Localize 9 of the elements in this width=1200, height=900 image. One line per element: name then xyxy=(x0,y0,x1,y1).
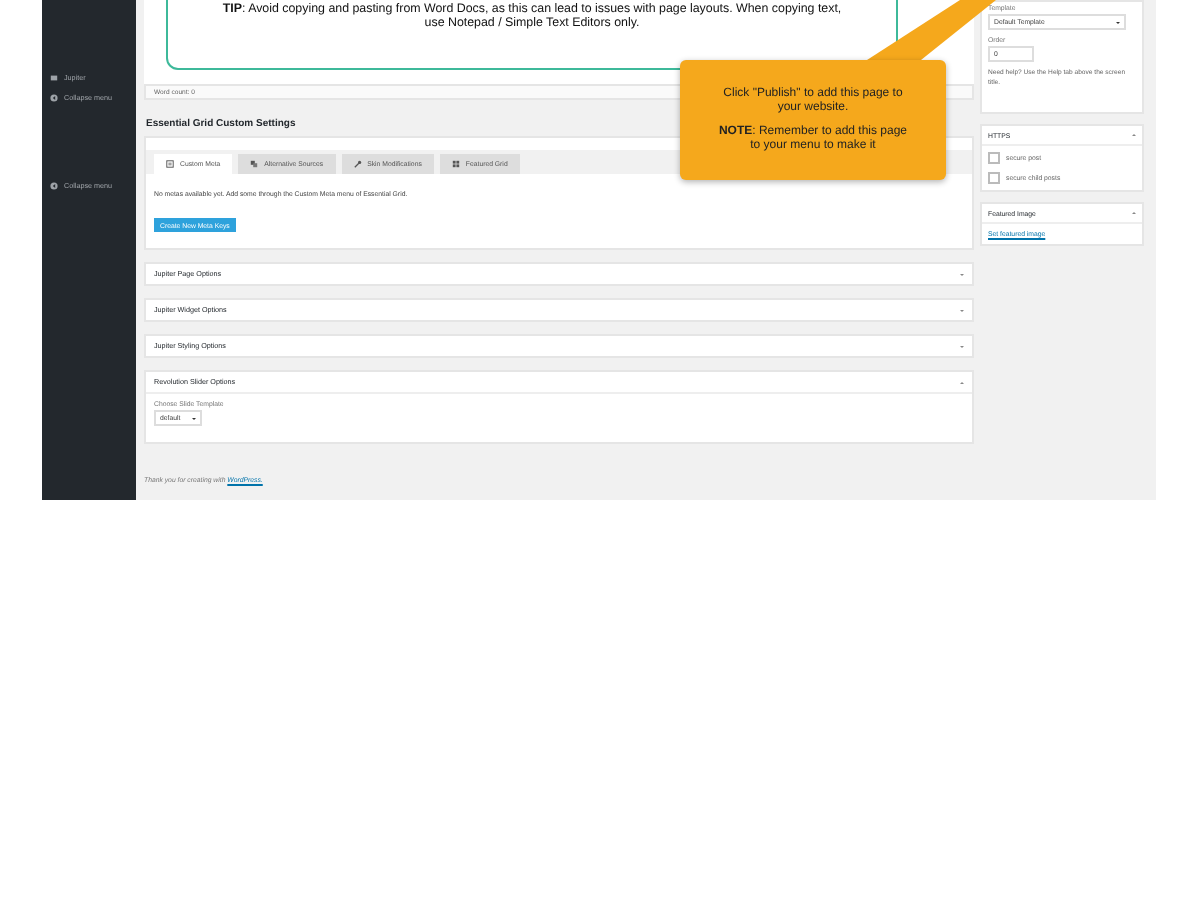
checkbox[interactable] xyxy=(988,172,1000,184)
checkbox[interactable] xyxy=(988,152,1000,164)
list-icon xyxy=(166,160,174,168)
squares-icon xyxy=(250,160,259,168)
circle-arrow-icon xyxy=(50,182,58,190)
grid-icon xyxy=(451,160,460,168)
square-icon xyxy=(50,74,58,82)
wrench-icon xyxy=(353,160,362,168)
circle-arrow-icon xyxy=(50,94,58,102)
